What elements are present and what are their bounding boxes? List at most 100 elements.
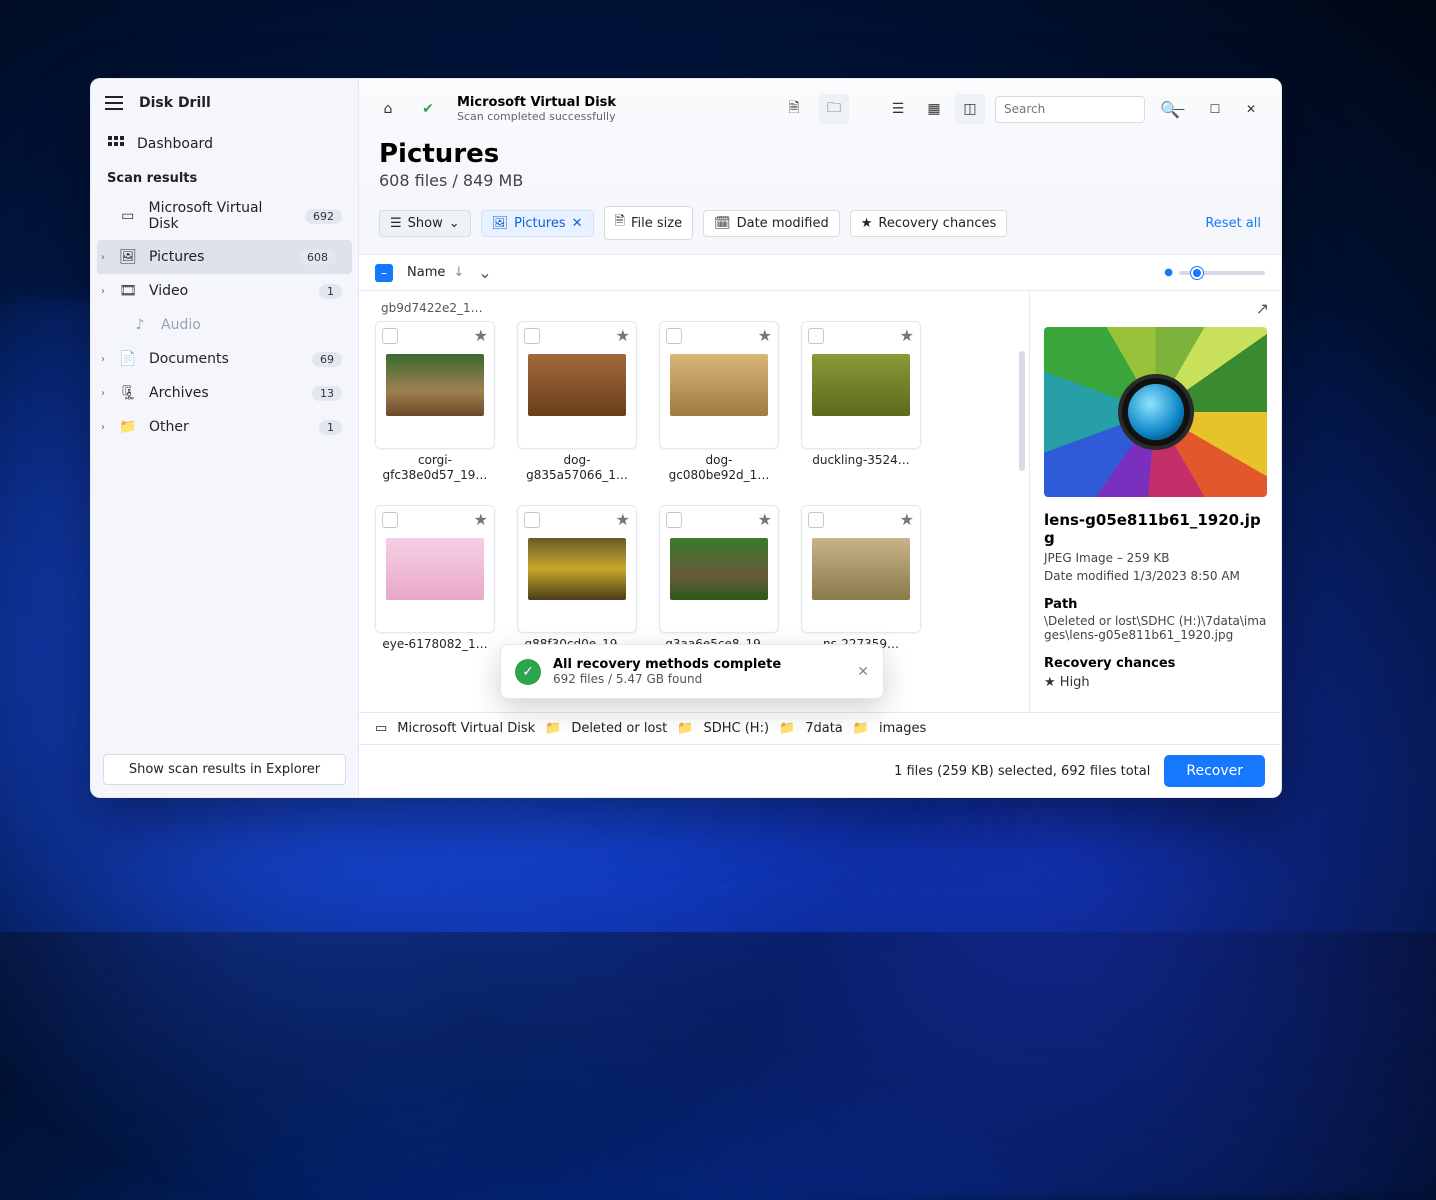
details-pane: ↗ lens-g05e811b61_1920.jpg JPEG Image – … — [1029, 291, 1281, 712]
minimize-button[interactable]: — — [1163, 95, 1195, 123]
filesize-filter[interactable]: 🗎 File size — [604, 206, 694, 240]
grid-view-icon[interactable]: ▦ — [919, 94, 949, 124]
filter-icon: ☰ — [390, 216, 402, 231]
recovery-filter[interactable]: ★ Recovery chances — [850, 210, 1008, 237]
thumbnail-card[interactable]: ★g3aa6e5ce8_19… — [659, 505, 779, 652]
star-icon[interactable]: ★ — [616, 510, 630, 529]
thumbnail-card[interactable]: ★ns-227359… — [801, 505, 921, 652]
nav-disk[interactable]: ▭ Microsoft Virtual Disk 692 — [91, 192, 358, 240]
star-icon[interactable]: ★ — [474, 326, 488, 345]
thumbnail[interactable]: ★ — [375, 321, 495, 449]
remove-filter-icon[interactable]: ✕ — [572, 216, 583, 231]
nav-dashboard-label: Dashboard — [137, 136, 213, 152]
nav-archives-label: Archives — [149, 385, 209, 401]
star-icon[interactable]: ★ — [616, 326, 630, 345]
hamburger-icon[interactable] — [105, 96, 123, 110]
nav-dashboard[interactable]: Dashboard — [91, 127, 358, 161]
thumbnail-caption: corgi-gfc38e0d57_19… — [375, 453, 495, 483]
thumbnail-image — [670, 354, 768, 416]
file-icon: 🗎 — [615, 212, 625, 234]
thumbnail-image — [812, 354, 910, 416]
chevron-right-icon: › — [101, 388, 105, 399]
show-in-explorer-button[interactable]: Show scan results in Explorer — [103, 754, 346, 785]
nav-audio-label: Audio — [161, 317, 201, 333]
thumbnail-card[interactable]: ★dog-g835a57066_1… — [517, 321, 637, 483]
nav-archives-count: 13 — [312, 386, 342, 401]
reset-filters-link[interactable]: Reset all — [1205, 216, 1261, 231]
breadcrumb-p1[interactable]: Deleted or lost — [571, 721, 667, 736]
thumbnail[interactable]: ★ — [375, 505, 495, 633]
breadcrumb-p4[interactable]: images — [879, 721, 926, 736]
star-icon[interactable]: ★ — [474, 510, 488, 529]
chevron-down-icon: ⌄ — [449, 216, 460, 231]
name-column[interactable]: Name ↓ — [407, 265, 464, 280]
thumbnail-checkbox[interactable] — [524, 328, 540, 344]
star-icon[interactable]: ★ — [900, 326, 914, 345]
nav-audio[interactable]: ♪ Audio — [91, 308, 358, 342]
thumbnail-checkbox[interactable] — [808, 512, 824, 528]
thumbnail[interactable]: ★ — [801, 321, 921, 449]
nav-documents[interactable]: › 📄 Documents 69 — [91, 342, 358, 376]
folder-mode-icon[interactable]: 🗀 — [819, 94, 849, 124]
sort-down-icon: ↓ — [453, 265, 464, 280]
thumbnail[interactable]: ★ — [801, 505, 921, 633]
detail-path-label: Path — [1044, 597, 1267, 612]
thumbnail[interactable]: ★ — [517, 321, 637, 449]
folder-icon: 📁 — [545, 721, 561, 736]
list-view-icon[interactable]: ☰ — [883, 94, 913, 124]
nav-pictures-count: 608 — [299, 250, 336, 265]
thumbnail-card[interactable]: ★duckling-3524… — [801, 321, 921, 483]
zoom-slider[interactable]: ● — [1164, 267, 1265, 278]
thumbnail-checkbox[interactable] — [382, 512, 398, 528]
breadcrumb-p3[interactable]: 7data — [805, 721, 843, 736]
star-icon[interactable]: ★ — [758, 510, 772, 529]
page-title: Pictures — [379, 139, 1261, 169]
nav-pictures-label: Pictures — [149, 249, 204, 265]
breadcrumb-p2[interactable]: SDHC (H:) — [703, 721, 769, 736]
chevron-down-icon[interactable]: ⌄ — [478, 263, 491, 282]
star-icon[interactable]: ★ — [758, 326, 772, 345]
nav-other[interactable]: › 📁 Other 1 — [91, 410, 358, 444]
star-icon[interactable]: ★ — [900, 510, 914, 529]
topbar: ⌂ ✔ Microsoft Virtual Disk Scan complete… — [359, 79, 1281, 129]
thumbnail[interactable]: ★ — [659, 321, 779, 449]
nav-video[interactable]: › 🎞 Video 1 — [91, 274, 358, 308]
thumbnail[interactable]: ★ — [517, 505, 637, 633]
maximize-button[interactable]: ☐ — [1199, 95, 1231, 123]
sidebar-header: Disk Drill — [91, 79, 358, 121]
thumbnail-checkbox[interactable] — [666, 512, 682, 528]
thumbnail-image — [528, 538, 626, 600]
thumbnail-card[interactable]: ★g88f30cd0e_19… — [517, 505, 637, 652]
scrollbar[interactable] — [1019, 351, 1025, 471]
nav-archives[interactable]: › 🗜 Archives 13 — [91, 376, 358, 410]
thumbnail-checkbox[interactable] — [524, 512, 540, 528]
toast-close-icon[interactable]: ✕ — [857, 664, 869, 680]
thumbnail-checkbox[interactable] — [382, 328, 398, 344]
thumbnail-card[interactable]: ★eye-6178082_1… — [375, 505, 495, 652]
date-filter[interactable]: 🗓 Date modified — [703, 210, 840, 237]
breadcrumb-root[interactable]: Microsoft Virtual Disk — [397, 721, 535, 736]
show-filter[interactable]: ☰ Show ⌄ — [379, 210, 471, 237]
thumbnail-checkbox[interactable] — [808, 328, 824, 344]
recover-button[interactable]: Recover — [1164, 755, 1265, 787]
thumbnail[interactable]: ★ — [659, 505, 779, 633]
audio-icon: ♪ — [131, 316, 149, 334]
folder-icon: 📁 — [677, 721, 693, 736]
home-icon[interactable]: ⌂ — [373, 94, 403, 124]
open-external-icon[interactable]: ↗ — [1256, 299, 1269, 318]
thumbnail-card[interactable]: ★ corgi-gfc38e0d57_19… — [375, 321, 495, 483]
file-mode-icon[interactable]: 🗎 — [779, 94, 809, 124]
detail-modified: Date modified 1/3/2023 8:50 AM — [1044, 569, 1267, 583]
split-view-icon[interactable]: ◫ — [955, 94, 985, 124]
close-button[interactable]: ✕ — [1235, 95, 1267, 123]
nav-pictures[interactable]: › 🖼 Pictures 608 — [97, 240, 352, 274]
disk-icon: ▭ — [119, 207, 137, 225]
nav-video-label: Video — [149, 283, 188, 299]
partial-filename: gb9d7422e2_1… — [375, 301, 1013, 321]
pictures-filter[interactable]: 🖼 Pictures ✕ — [481, 210, 594, 237]
search-input[interactable] — [1004, 102, 1154, 116]
thumbnail-checkbox[interactable] — [666, 328, 682, 344]
select-all-checkbox[interactable]: – — [375, 264, 393, 282]
search-box[interactable]: 🔍 — [995, 96, 1145, 123]
thumbnail-card[interactable]: ★dog-gc080be92d_1… — [659, 321, 779, 483]
